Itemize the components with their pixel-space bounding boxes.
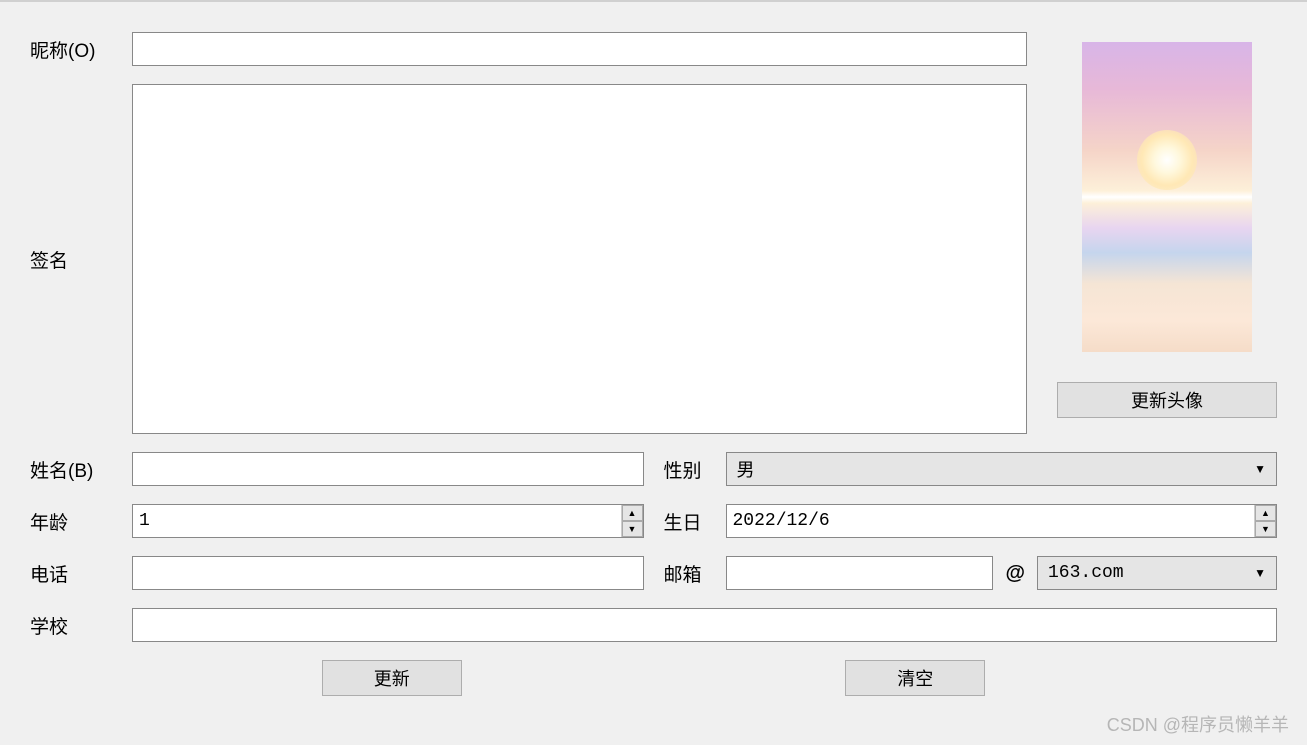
phone-input[interactable]	[132, 556, 644, 590]
clear-button[interactable]: 清空	[845, 660, 985, 696]
update-button[interactable]: 更新	[322, 660, 462, 696]
avatar-image	[1082, 42, 1252, 352]
email-at-symbol: @	[1005, 562, 1025, 585]
birthday-down-icon[interactable]: ▼	[1255, 521, 1276, 537]
birthday-up-icon[interactable]: ▲	[1255, 505, 1276, 521]
age-label: 年龄	[30, 508, 120, 535]
birthday-input[interactable]	[727, 505, 1255, 537]
age-down-icon[interactable]: ▼	[622, 521, 643, 537]
nickname-label: 昵称(O)	[30, 36, 120, 63]
nickname-input[interactable]	[132, 32, 1027, 66]
email-label: 邮箱	[664, 560, 714, 587]
phone-label: 电话	[30, 560, 120, 587]
chevron-down-icon: ▼	[1254, 462, 1266, 476]
school-input[interactable]	[132, 608, 1277, 642]
name-label: 姓名(B)	[30, 456, 120, 483]
age-up-icon[interactable]: ▲	[622, 505, 643, 521]
chevron-down-icon: ▼	[1254, 566, 1266, 580]
gender-combobox[interactable]: 男 ▼	[726, 452, 1278, 486]
name-input[interactable]	[132, 452, 644, 486]
email-user-input[interactable]	[726, 556, 994, 590]
birthday-label: 生日	[664, 508, 714, 535]
age-spinner[interactable]: ▲ ▼	[132, 504, 644, 538]
watermark-text: CSDN @程序员懒羊羊	[1107, 711, 1289, 737]
school-label: 学校	[30, 612, 120, 639]
signature-textarea[interactable]	[132, 84, 1027, 434]
birthday-spinner[interactable]: ▲ ▼	[726, 504, 1278, 538]
gender-label: 性别	[664, 456, 714, 483]
email-domain-selected: 163.com	[1048, 563, 1124, 583]
update-avatar-button[interactable]: 更新头像	[1057, 382, 1277, 418]
signature-label: 签名	[30, 246, 120, 273]
age-input[interactable]	[133, 505, 621, 537]
gender-selected: 男	[737, 456, 755, 482]
email-domain-combobox[interactable]: 163.com ▼	[1037, 556, 1277, 590]
